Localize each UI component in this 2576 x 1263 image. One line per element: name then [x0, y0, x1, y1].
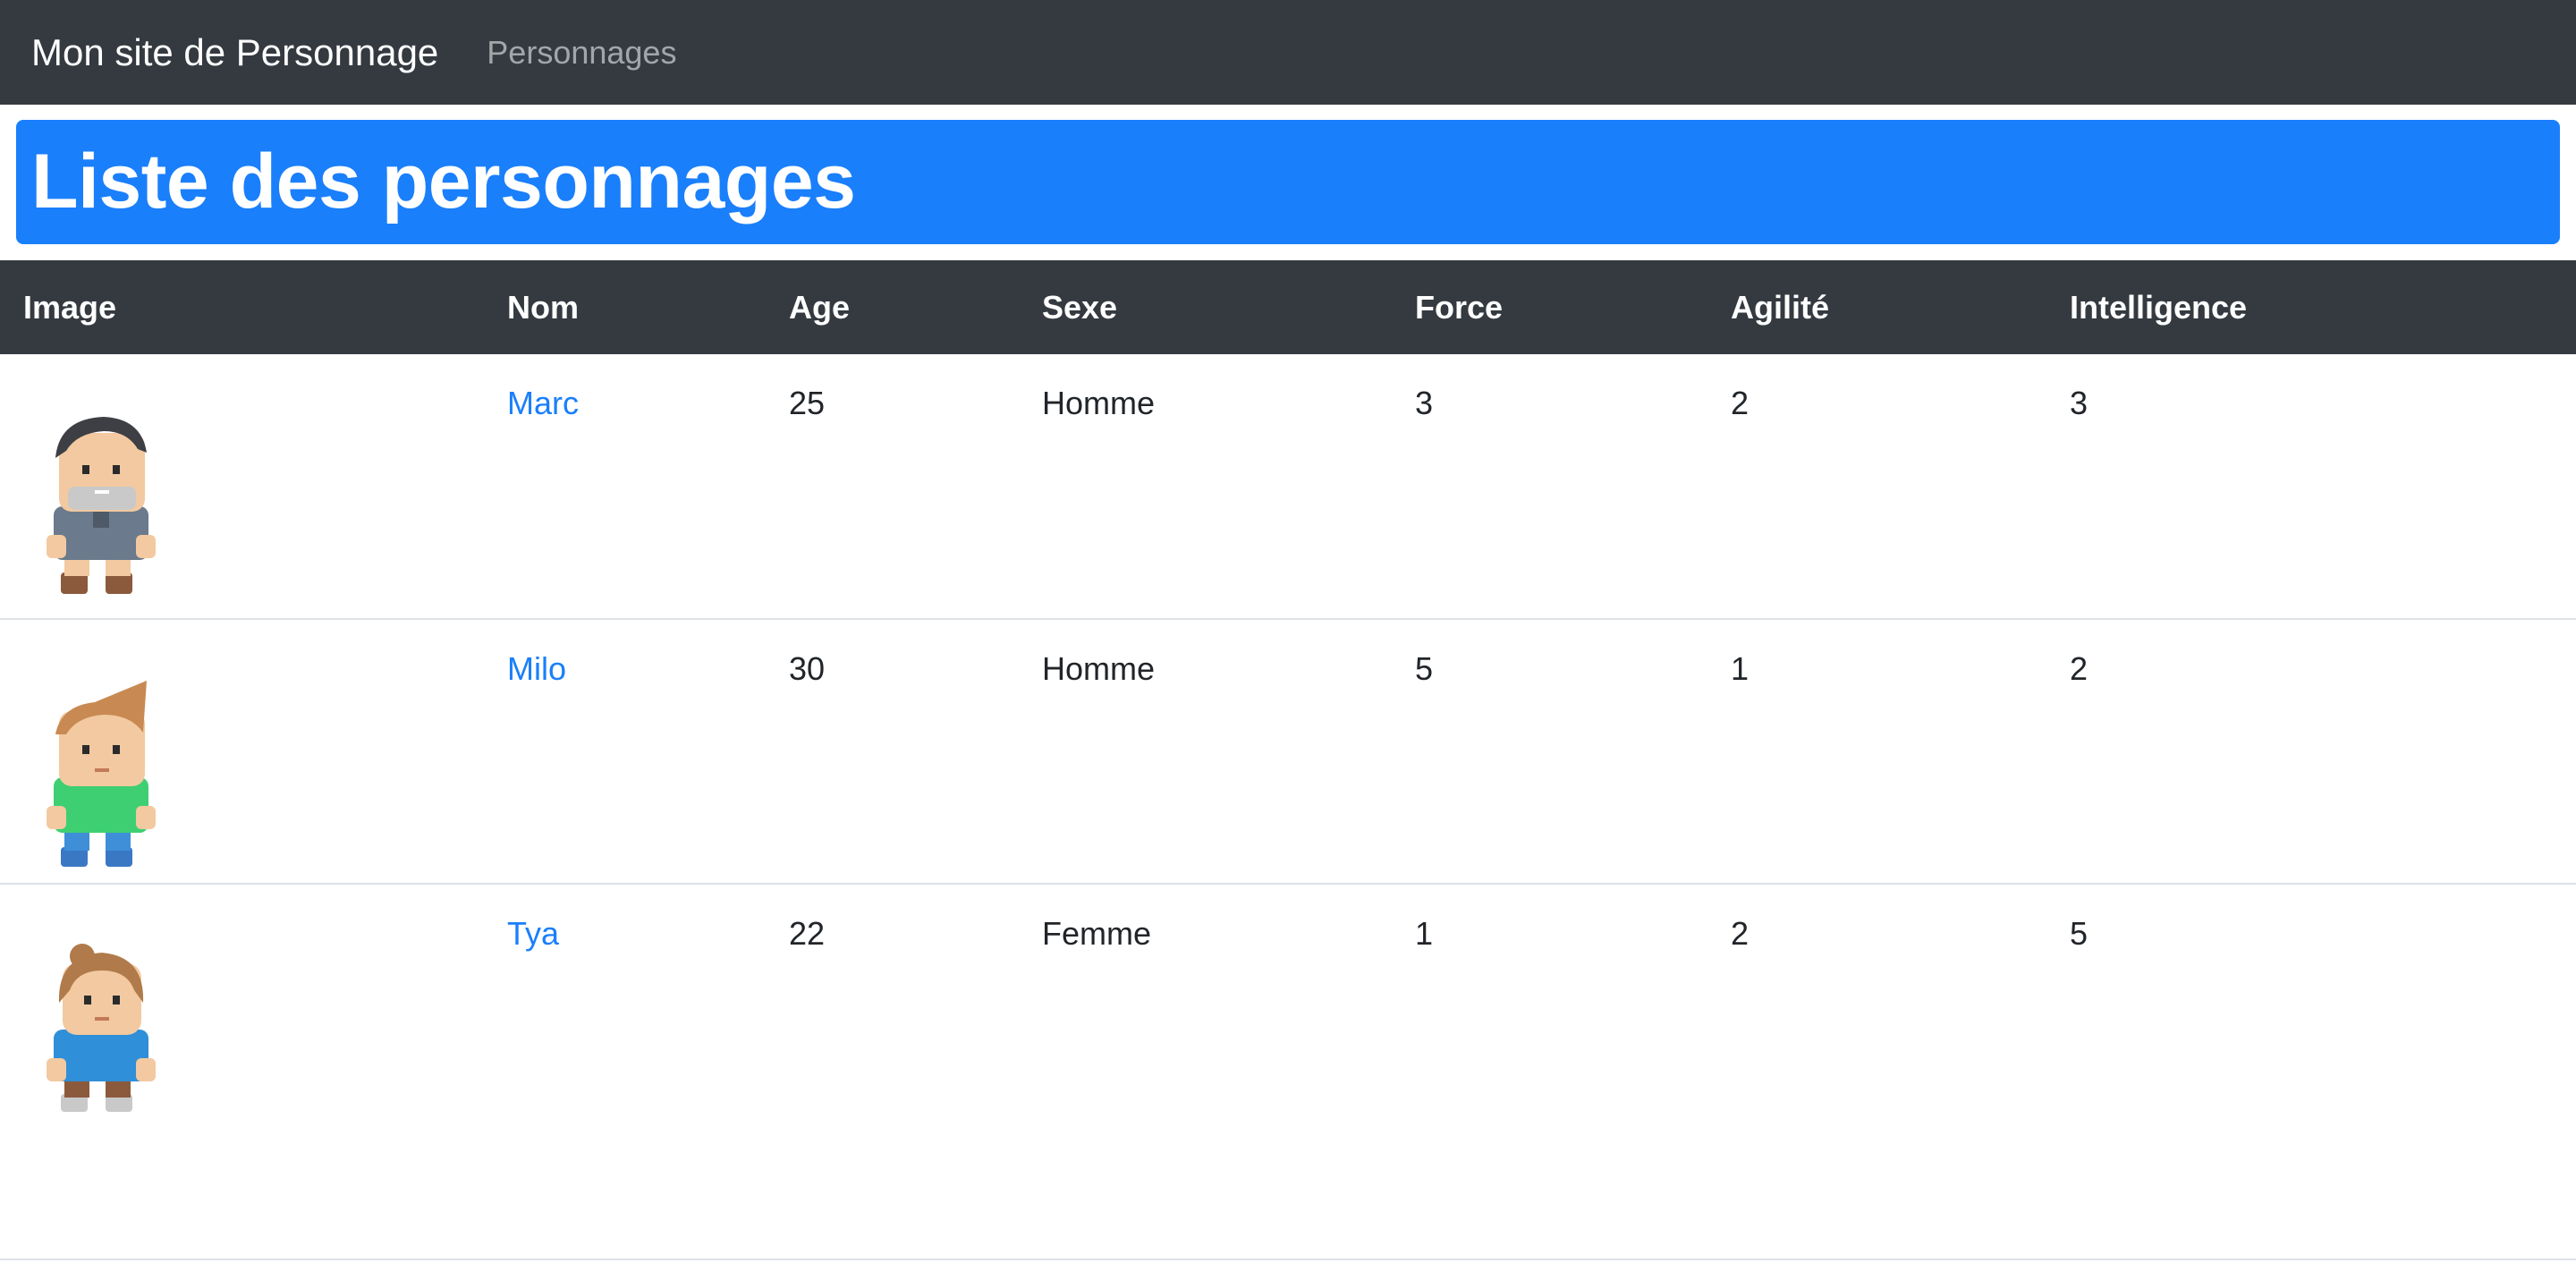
cell-force: 3 — [1415, 385, 1434, 421]
cell-sexe: Femme — [1042, 915, 1152, 952]
column-header-sexe: Sexe — [1042, 288, 1118, 326]
cell-sexe: Homme — [1042, 385, 1156, 421]
cell-image — [0, 354, 484, 619]
table-row: Milo 30 Homme 5 1 2 — [0, 619, 2576, 884]
cell-age: 25 — [789, 385, 826, 421]
cell-image — [0, 884, 484, 1259]
cell-intelligence: 5 — [2070, 915, 2089, 952]
character-marc-icon — [47, 417, 156, 594]
cell-intelligence: 2 — [2070, 650, 2089, 687]
table-row: Marc 25 Homme 3 2 3 — [0, 354, 2576, 619]
column-header-image: Image — [23, 288, 117, 326]
characters-table: Image Nom Age Sexe Force Agilité Intelli… — [0, 260, 2576, 1260]
character-name-link[interactable]: Marc — [507, 385, 579, 421]
cell-intelligence: 3 — [2070, 385, 2089, 421]
cell-age: 22 — [789, 915, 826, 952]
character-name-link[interactable]: Milo — [507, 650, 566, 687]
cell-force: 5 — [1415, 650, 1434, 687]
character-name-link[interactable]: Tya — [507, 915, 559, 952]
page-title: Liste des personnages — [31, 139, 856, 225]
title-banner: Liste des personnages — [16, 120, 2560, 244]
navbar-brand[interactable]: Mon site de Personnage — [31, 31, 438, 74]
navbar: Mon site de Personnage Personnages — [0, 0, 2576, 105]
cell-nom: Marc — [484, 354, 766, 619]
title-wrapper: Liste des personnages — [0, 105, 2576, 244]
column-header-nom: Nom — [507, 288, 579, 326]
character-tya-icon — [47, 944, 156, 1112]
cell-agilite: 2 — [1731, 385, 1750, 421]
cell-agilite: 1 — [1731, 650, 1750, 687]
cell-nom: Tya — [484, 884, 766, 1259]
nav-link-personnages[interactable]: Personnages — [487, 34, 676, 72]
cell-sexe: Homme — [1042, 650, 1156, 687]
table-row: Tya 22 Femme 1 2 5 — [0, 884, 2576, 1259]
character-milo-icon — [47, 681, 156, 867]
cell-force: 1 — [1415, 915, 1434, 952]
cell-nom: Milo — [484, 619, 766, 884]
column-header-intelligence: Intelligence — [2070, 288, 2248, 326]
table-header: Image Nom Age Sexe Force Agilité Intelli… — [0, 260, 2576, 354]
cell-agilite: 2 — [1731, 915, 1750, 952]
cell-age: 30 — [789, 650, 826, 687]
column-header-agilite: Agilité — [1731, 288, 1830, 326]
column-header-force: Force — [1415, 288, 1504, 326]
cell-image — [0, 619, 484, 884]
column-header-age: Age — [789, 288, 851, 326]
